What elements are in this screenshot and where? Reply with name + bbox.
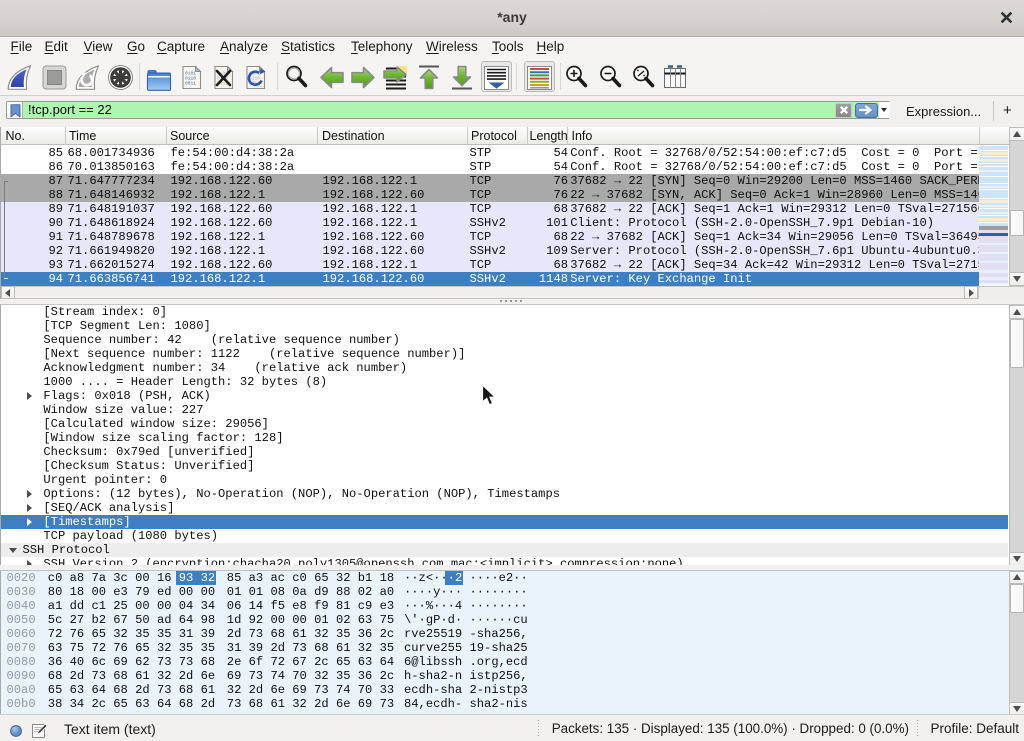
svg-text:0011: 0011 [185, 81, 196, 87]
